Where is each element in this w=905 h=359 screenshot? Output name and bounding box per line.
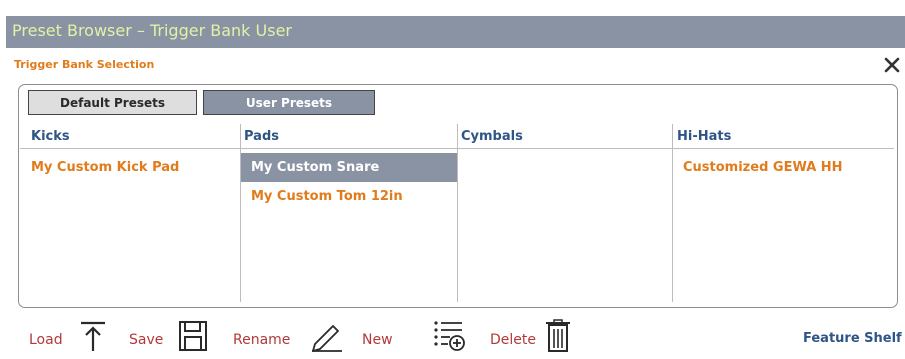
load-label[interactable]: Load xyxy=(29,332,63,348)
tab-user-presets[interactable]: User Presets xyxy=(203,90,375,115)
preset-item-tom[interactable]: My Custom Tom 12in xyxy=(241,182,457,211)
preset-panel xyxy=(18,84,898,308)
feature-shelf-link[interactable]: Feature Shelf xyxy=(803,331,902,346)
save-label[interactable]: Save xyxy=(129,332,163,348)
rename-label[interactable]: Rename xyxy=(233,332,290,348)
column-divider xyxy=(457,124,458,302)
window-title: Preset Browser – Trigger Bank User xyxy=(12,21,292,40)
close-icon[interactable] xyxy=(883,56,901,74)
add-list-icon[interactable] xyxy=(432,320,466,352)
trash-icon[interactable] xyxy=(545,319,571,353)
column-header-hi-hats: Hi-Hats xyxy=(677,129,732,144)
delete-label[interactable]: Delete xyxy=(490,332,536,348)
preset-item-hihat[interactable]: Customized GEWA HH xyxy=(673,153,895,182)
column-divider xyxy=(672,124,673,302)
preset-item-snare-selected[interactable]: My Custom Snare xyxy=(241,153,457,182)
column-divider xyxy=(240,124,241,302)
column-header-pads: Pads xyxy=(244,129,279,144)
pencil-icon[interactable] xyxy=(309,320,345,352)
tab-default-presets[interactable]: Default Presets xyxy=(28,90,197,115)
title-bar: Preset Browser – Trigger Bank User xyxy=(6,16,905,48)
new-label[interactable]: New xyxy=(362,332,393,348)
column-header-cymbals: Cymbals xyxy=(461,129,523,144)
section-label: Trigger Bank Selection xyxy=(14,58,155,71)
preset-item-kick[interactable]: My Custom Kick Pad xyxy=(21,153,239,182)
save-icon[interactable] xyxy=(178,320,208,352)
column-header-kicks: Kicks xyxy=(31,129,70,144)
upload-icon[interactable] xyxy=(78,319,108,353)
